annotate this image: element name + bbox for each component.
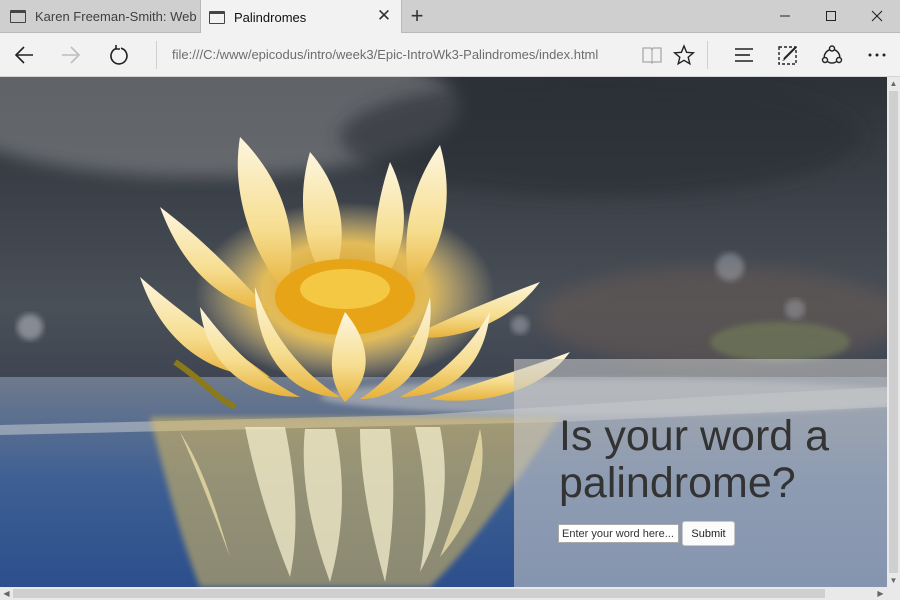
page-heading: Is your word a palindrome? xyxy=(559,412,830,507)
page-icon xyxy=(209,10,225,24)
tab-label: Karen Freeman-Smith: Web xyxy=(35,9,197,24)
tab-label: Palindromes xyxy=(234,9,307,25)
tab-strip: Karen Freeman-Smith: Web Palindromes ✕ + xyxy=(0,0,900,34)
toolbar-divider xyxy=(156,41,157,69)
word-input[interactable] xyxy=(558,524,679,543)
reading-view-button[interactable] xyxy=(636,39,668,71)
star-icon xyxy=(673,44,695,66)
horizontal-scrollbar[interactable]: ◀ ▶ xyxy=(0,587,900,600)
close-icon[interactable]: ✕ xyxy=(375,7,393,25)
book-icon xyxy=(642,47,662,64)
page-viewport: Is your word a palindrome? Submit xyxy=(0,77,887,587)
share-button[interactable] xyxy=(816,39,848,71)
palindrome-panel: Is your word a palindrome? Submit xyxy=(514,359,887,587)
web-note-button[interactable] xyxy=(772,39,804,71)
window-close-button[interactable] xyxy=(854,0,900,32)
maximize-icon xyxy=(826,11,836,21)
scroll-right-arrow-icon[interactable]: ▶ xyxy=(874,587,887,600)
hub-button[interactable] xyxy=(728,39,760,71)
minimize-icon xyxy=(780,15,790,17)
browser-toolbar: file:///C:/www/epicodus/intro/week3/Epic… xyxy=(0,33,900,77)
horizontal-scroll-thumb[interactable] xyxy=(13,589,825,598)
address-bar[interactable]: file:///C:/www/epicodus/intro/week3/Epic… xyxy=(163,44,633,66)
favorite-button[interactable] xyxy=(668,39,700,71)
more-button[interactable] xyxy=(861,39,893,71)
arrow-right-icon xyxy=(62,46,81,64)
minimize-button[interactable] xyxy=(762,0,808,32)
back-button[interactable] xyxy=(8,39,40,71)
toolbar-divider xyxy=(707,41,708,69)
scroll-up-arrow-icon[interactable]: ▲ xyxy=(887,77,900,90)
plus-icon: + xyxy=(410,3,424,28)
forward-button[interactable] xyxy=(55,39,87,71)
page-icon xyxy=(10,10,26,23)
vertical-scroll-thumb[interactable] xyxy=(889,91,898,573)
share-icon xyxy=(821,45,843,64)
more-icon xyxy=(868,53,886,57)
hub-icon xyxy=(735,48,753,62)
maximize-button[interactable] xyxy=(808,0,854,32)
tab-palindromes[interactable]: Palindromes ✕ xyxy=(200,0,402,34)
scroll-down-arrow-icon[interactable]: ▼ xyxy=(887,574,900,587)
refresh-button[interactable] xyxy=(103,39,135,71)
new-tab-button[interactable]: + xyxy=(405,4,429,28)
close-icon xyxy=(871,10,883,22)
submit-button[interactable]: Submit xyxy=(682,521,735,546)
pen-icon xyxy=(778,46,797,65)
arrow-left-icon xyxy=(14,46,33,64)
scroll-left-arrow-icon[interactable]: ◀ xyxy=(0,587,13,600)
vertical-scrollbar[interactable]: ▲ ▼ xyxy=(887,77,900,587)
tab-karen-freeman-smith[interactable]: Karen Freeman-Smith: Web xyxy=(0,0,199,33)
refresh-icon xyxy=(110,45,128,65)
